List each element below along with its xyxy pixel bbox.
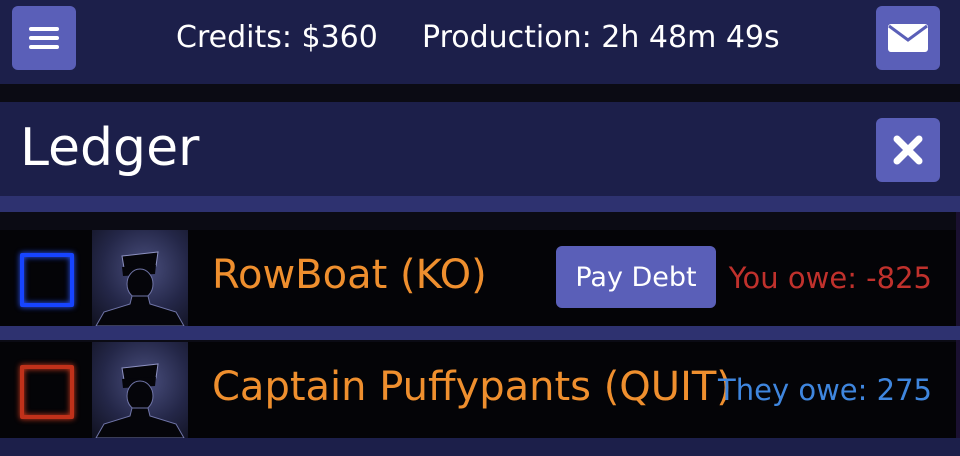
- player-select-checkbox[interactable]: [20, 365, 74, 419]
- balance-text: They owe: 275: [718, 373, 932, 407]
- soldier-silhouette-icon: [95, 251, 185, 326]
- menu-button[interactable]: [12, 6, 76, 70]
- close-x-icon: [893, 135, 923, 165]
- row-separator: [0, 326, 960, 340]
- top-bar: Credits: $360 Production: 2h 48m 49s: [0, 0, 960, 84]
- ledger-panel-header: Ledger: [0, 102, 960, 196]
- panel-title: Ledger: [20, 118, 200, 178]
- soldier-silhouette-icon: [95, 363, 185, 438]
- mail-button[interactable]: [876, 6, 940, 70]
- next-row-peek: [0, 438, 960, 456]
- pay-debt-button[interactable]: Pay Debt: [556, 246, 716, 308]
- player-avatar: [92, 230, 188, 326]
- balance-text: You owe: -825: [728, 261, 932, 295]
- player-avatar: [92, 342, 188, 438]
- close-button[interactable]: [876, 118, 940, 182]
- player-name: RowBoat (KO): [212, 252, 487, 298]
- player-name: Captain Puffypants (QUIT): [212, 364, 732, 410]
- envelope-icon: [888, 24, 928, 52]
- production-timer: Production: 2h 48m 49s: [422, 20, 780, 55]
- player-select-checkbox[interactable]: [20, 253, 74, 307]
- credits-display: Credits: $360: [176, 20, 378, 55]
- hamburger-menu-icon: [29, 27, 59, 49]
- divider: [0, 196, 960, 212]
